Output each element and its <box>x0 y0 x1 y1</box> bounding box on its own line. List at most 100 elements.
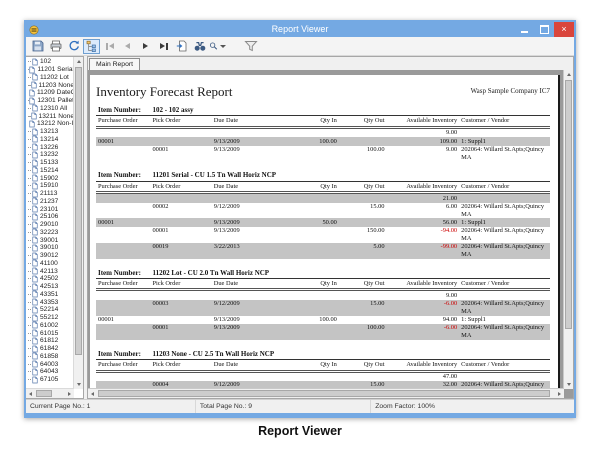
tree-item-label: 29010 <box>40 221 58 228</box>
tree-scroll-right-arrow[interactable] <box>65 389 74 398</box>
report-cell: 5.00 <box>339 243 387 259</box>
tree-item-label: 21237 <box>40 198 58 205</box>
maximize-button[interactable] <box>534 22 554 37</box>
tree-item[interactable]: 67105 <box>28 376 74 384</box>
zoom-button[interactable] <box>209 39 226 54</box>
report-cell <box>96 291 150 299</box>
tree-item[interactable]: 42513 <box>28 283 74 291</box>
report-viewer-window: Report Viewer × <box>24 20 576 418</box>
tab-main-report[interactable]: Main Report <box>89 58 140 70</box>
tree-item[interactable]: 11202 Lot <box>28 74 74 82</box>
filter-button[interactable] <box>241 38 261 53</box>
tree-item[interactable]: 41100 <box>28 260 74 268</box>
report-cell: 202064: Willard St.Apts;Quincy MA <box>459 146 550 162</box>
tree-item[interactable]: 13211 None <box>28 112 74 120</box>
tree-item[interactable]: 64043 <box>28 368 74 376</box>
close-button[interactable]: × <box>554 22 574 37</box>
tree-item-label: 32223 <box>40 229 58 236</box>
report-horizontal-scrollbar[interactable] <box>88 388 564 398</box>
column-header: Purchase Order <box>96 183 150 190</box>
tree-item[interactable]: 15133 <box>28 159 74 167</box>
previous-page-button[interactable] <box>119 39 136 54</box>
tree-item[interactable]: 11201 Serial <box>28 66 74 74</box>
report-cell: 9.00 <box>387 129 460 137</box>
tree-item-label: 52214 <box>40 306 58 313</box>
tree-item[interactable]: 23101 <box>28 205 74 213</box>
tree-item[interactable]: 15214 <box>28 167 74 175</box>
tree-item[interactable]: 12310 All <box>28 105 74 113</box>
tree-item[interactable]: 13213 <box>28 128 74 136</box>
find-text-button[interactable] <box>191 39 208 54</box>
tree-hscrollbar-thumb[interactable] <box>36 390 52 397</box>
tree-item[interactable]: 12301 Pallet <box>28 97 74 105</box>
tree-item[interactable]: 42113 <box>28 267 74 275</box>
report-cell: 1: Suppl1 <box>459 218 550 226</box>
first-page-button[interactable] <box>101 39 118 54</box>
tree-item[interactable]: 13226 <box>28 143 74 151</box>
print-icon <box>50 40 62 52</box>
report-cell <box>150 137 211 145</box>
tree-item[interactable]: 61858 <box>28 353 74 361</box>
tree-item[interactable]: 43351 <box>28 291 74 299</box>
tree-item[interactable]: 11203 None <box>28 81 74 89</box>
report-cell <box>150 291 211 299</box>
tree-item[interactable]: 11209 DateCode <box>28 89 74 97</box>
tree-item[interactable]: 15910 <box>28 182 74 190</box>
tree-scroll-left-arrow[interactable] <box>26 389 35 398</box>
next-page-button[interactable] <box>137 39 154 54</box>
tree-item[interactable]: 21113 <box>28 190 74 198</box>
group-tree-panel: 10211201 Serial11202 Lot11203 None11209 … <box>26 56 84 399</box>
minimize-button[interactable] <box>514 22 534 37</box>
tree-item[interactable]: 61002 <box>28 322 74 330</box>
tree-item[interactable]: 13212 Non-Inv <box>28 120 74 128</box>
tree-item[interactable]: 32223 <box>28 229 74 237</box>
tree-item[interactable]: 39001 <box>28 236 74 244</box>
tree-item[interactable]: 102 <box>28 58 74 66</box>
report-cell: 9/13/2009 <box>212 227 296 243</box>
tree-item[interactable]: 13232 <box>28 151 74 159</box>
report-cell <box>339 373 387 381</box>
tree-item-label: 23101 <box>40 206 58 213</box>
tree-item[interactable]: 29010 <box>28 221 74 229</box>
tree-item[interactable]: 39012 <box>28 252 74 260</box>
tree-item[interactable]: 43353 <box>28 298 74 306</box>
report-cell: 100.00 <box>296 316 339 324</box>
tree-item[interactable]: 15902 <box>28 174 74 182</box>
last-page-button[interactable] <box>155 39 172 54</box>
report-scroll-left-arrow[interactable] <box>88 389 97 398</box>
tree-item[interactable]: 64003 <box>28 360 74 368</box>
export-button[interactable] <box>29 39 46 54</box>
report-scroll-down-arrow[interactable] <box>564 380 573 389</box>
tree-item[interactable]: 13214 <box>28 136 74 144</box>
tree-horizontal-scrollbar[interactable] <box>26 388 74 398</box>
print-button[interactable] <box>47 39 64 54</box>
item-number-label: Item Number: <box>96 351 150 358</box>
tree-item[interactable]: 52214 <box>28 306 74 314</box>
tree-scrollbar-thumb[interactable] <box>75 67 82 355</box>
report-scrollbar-thumb[interactable] <box>565 80 572 329</box>
tree-item[interactable]: 39010 <box>28 244 74 252</box>
tree-item[interactable]: 61842 <box>28 345 74 353</box>
tree-item[interactable]: 25106 <box>28 213 74 221</box>
report-scroll-right-arrow[interactable] <box>555 389 564 398</box>
tree-item[interactable]: 55212 <box>28 314 74 322</box>
report-cell: 00003 <box>150 300 211 316</box>
report-vertical-scrollbar[interactable] <box>563 70 573 389</box>
tree-item-label: 64043 <box>40 368 58 375</box>
tree-vertical-scrollbar[interactable] <box>73 57 83 389</box>
tree-item[interactable]: 21237 <box>28 198 74 206</box>
tree-scroll-up-arrow[interactable] <box>74 57 83 66</box>
tree-item[interactable]: 42502 <box>28 275 74 283</box>
report-cell <box>96 203 150 219</box>
tree-scroll-down-arrow[interactable] <box>74 380 83 389</box>
tree-item[interactable]: 61812 <box>28 337 74 345</box>
go-to-page-button[interactable] <box>173 39 190 54</box>
report-hscrollbar-thumb[interactable] <box>98 390 550 397</box>
report-scroll-up-arrow[interactable] <box>564 70 573 79</box>
refresh-button[interactable] <box>65 39 82 54</box>
toggle-group-tree-button[interactable] <box>83 39 100 54</box>
tree-item[interactable]: 61015 <box>28 329 74 337</box>
report-cell <box>150 194 211 202</box>
report-cell <box>339 129 387 137</box>
report-cell <box>459 291 550 299</box>
